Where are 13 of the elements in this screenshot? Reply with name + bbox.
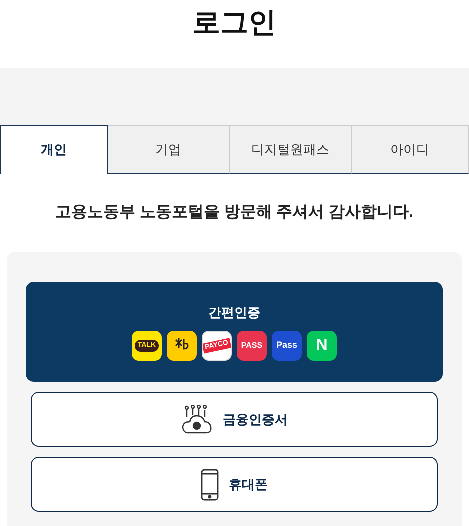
welcome-message: 고용노동부 노동포털을 방문해 주셔서 감사합니다. bbox=[55, 203, 414, 223]
login-method-button[interactable]: 금융인증서 bbox=[31, 392, 438, 447]
tab[interactable]: 아이디 bbox=[352, 125, 469, 174]
tab[interactable]: 기업 bbox=[108, 125, 230, 174]
phone-icon bbox=[201, 468, 219, 500]
cloud-icon bbox=[181, 404, 213, 434]
login-method-button[interactable]: 휴대폰 bbox=[31, 457, 438, 512]
page-title: 로그인 bbox=[192, 6, 276, 40]
pass-logo[interactable]: Pass bbox=[272, 330, 302, 361]
tab[interactable]: 개인 bbox=[0, 125, 108, 174]
pass-logo[interactable]: PASS bbox=[237, 330, 267, 361]
tab[interactable]: 디지털원패스 bbox=[230, 125, 352, 174]
easy-auth-title: 간편인증 bbox=[208, 304, 260, 322]
